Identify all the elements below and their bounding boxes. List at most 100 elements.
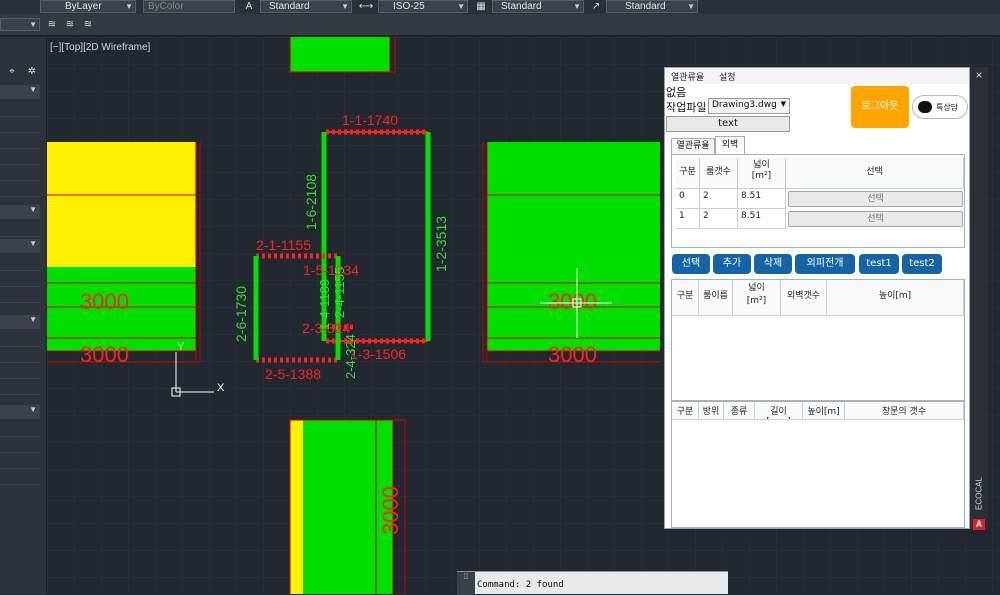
tab-exterior-wall[interactable]: 외벽 [715, 136, 745, 154]
menu-item-thermal[interactable]: 열관류율 [671, 70, 704, 83]
wall-detail-table: 구분 방위 종류 길이[mm] 높이[m] 창문의 갯수 [671, 401, 965, 528]
text-style-icon[interactable]: A [241, 0, 257, 13]
add-button[interactable]: 추가 [713, 254, 751, 274]
layer-previous-icon[interactable]: ≋ [62, 18, 78, 31]
palette-row[interactable] [0, 271, 40, 287]
palette-header[interactable]: ▼ [0, 205, 40, 219]
col-header-id: 구분 [672, 402, 699, 420]
crosshair-icon[interactable]: ⌖ [4, 65, 20, 78]
layer-combo[interactable]: ▼ [0, 18, 40, 31]
chevron-down-icon: ▼ [125, 2, 133, 11]
label-room2-left: 2-6-1730 [233, 286, 249, 342]
dim-style-combo[interactable]: ISO-25 ▼ [378, 0, 468, 13]
grip-handle-icon[interactable]: ⁞⁞ [457, 572, 475, 595]
block-left[interactable] [47, 142, 201, 363]
dim-style-value: ISO-25 [393, 1, 425, 12]
palette-header[interactable]: ▼ [0, 405, 40, 419]
viewport-controls[interactable]: [−][Top][2D Wireframe] [50, 42, 150, 53]
label-overlap-5: 2-4-1155 [332, 267, 347, 318]
chat-button-label: 특상담 [936, 103, 959, 112]
palette-row[interactable] [0, 347, 40, 363]
block-right[interactable] [482, 142, 660, 363]
text-button[interactable]: text [666, 116, 790, 132]
col-header-height: 높이[m] [803, 402, 845, 420]
palette-header[interactable]: ▼ [0, 239, 40, 253]
delete-button[interactable]: 삭제 [754, 254, 792, 274]
panel-menubar: 열관류율 설정 [665, 68, 969, 84]
label-room1-left: 1-6-2108 [303, 174, 319, 230]
multileader-style-combo[interactable]: Standard ▼ [606, 0, 698, 13]
palette-row[interactable] [0, 117, 40, 133]
col-header-area: 넓이 [m²] [733, 280, 781, 316]
logout-button[interactable]: 로그아웃 [851, 86, 909, 128]
command-output: Command: 2 found [477, 580, 564, 590]
select-button-row-1[interactable]: 선택 [788, 211, 963, 227]
chevron-down-icon: ▼ [29, 20, 37, 29]
rooms-table: 구분 룸갯수 넓이 [m²] 선택 0 2 8.51 선택 1 2 8.51 선… [671, 154, 965, 248]
ribbon-tools-row: ▼ ≋ ≋ ≋ [0, 14, 1000, 36]
label-room2-top: 2-1-1155 [256, 237, 311, 253]
close-icon[interactable]: × [972, 68, 986, 82]
linetype-value: ByLayer [65, 1, 102, 12]
table-row-1-id: 1 [676, 209, 700, 229]
palette-row[interactable] [0, 165, 40, 181]
workfile-select[interactable]: Drawing3.dwg ▼ [708, 98, 790, 114]
dim-label-left-a: 3000 [80, 289, 129, 314]
palette-row[interactable] [0, 149, 40, 165]
palette-row[interactable] [0, 221, 40, 237]
ucs-x-label: X [217, 382, 225, 394]
palette-row[interactable] [0, 421, 40, 437]
select-button[interactable]: 선택 [672, 254, 710, 274]
tab-thermal[interactable]: 열관류율 [671, 138, 715, 154]
palette-row[interactable] [0, 379, 40, 395]
label-room1-bottom: 1-3-1506 [350, 346, 406, 362]
dim-style-icon[interactable]: ⟷ [358, 0, 374, 13]
select-button-row-0[interactable]: 선택 [788, 191, 963, 207]
palette-row[interactable] [0, 453, 40, 469]
table-style-value: Standard [501, 1, 542, 12]
linetype-combo[interactable]: ByLayer ▼ [40, 0, 136, 13]
match-layer-icon[interactable]: ≋ [44, 18, 60, 31]
text-style-value: Standard [269, 1, 310, 12]
palette-row[interactable] [0, 363, 40, 379]
table-style-icon[interactable]: ▦ [473, 0, 489, 13]
menu-item-settings[interactable]: 설정 [719, 70, 736, 83]
chevron-down-icon: ▼ [687, 2, 695, 11]
dim-label-right-b: 3000 [548, 342, 597, 367]
palette-row[interactable] [0, 437, 40, 453]
color-combo[interactable]: ByColor [143, 0, 235, 13]
chevron-down-icon: ▼ [341, 2, 349, 11]
layer-states-icon[interactable]: ≋ [80, 18, 96, 31]
col-header-rooms: 룸갯수 [700, 158, 738, 189]
workfile-value: Drawing3.dwg [712, 100, 777, 110]
test1-button[interactable]: test1 [859, 254, 899, 274]
text-style-combo[interactable]: Standard ▼ [260, 0, 352, 13]
palette-row[interactable] [0, 181, 40, 197]
command-line[interactable]: ⁞⁞ Command: 2 found [457, 571, 728, 595]
palette-row[interactable] [0, 255, 40, 271]
chat-button[interactable]: 특상담 [912, 95, 968, 119]
settings-icon[interactable]: ✲ [24, 65, 40, 78]
envelope-expand-button[interactable]: 외피전개 [795, 254, 855, 274]
palette-header[interactable]: ▼ [0, 85, 40, 99]
chat-bubble-icon [918, 101, 932, 113]
test2-button[interactable]: test2 [902, 254, 942, 274]
tool-palette: ⌖ ✲ ▼ ▼ ▼ ▼ ▼ [0, 37, 47, 594]
app-logo-icon: A [973, 519, 985, 530]
palette-row[interactable] [0, 287, 40, 303]
col-header-height: 높이[m] [827, 280, 964, 316]
label-overlap-4: 2-4-324 [343, 334, 358, 379]
palette-row[interactable] [0, 101, 40, 117]
palette-header[interactable]: ▼ [0, 315, 40, 329]
col-header-type: 종류 [724, 402, 755, 420]
block-top-center[interactable] [288, 37, 396, 74]
multileader-style-icon[interactable]: ↗ [588, 0, 604, 13]
properties-ribbon: ByLayer ▼ ByColor A Standard ▼ ⟷ ISO-25 … [0, 0, 1000, 14]
col-header-select: 선택 [786, 158, 964, 189]
workfile-label: 작업파일 [666, 101, 707, 114]
palette-row[interactable] [0, 133, 40, 149]
side-label[interactable]: ECOCAL [975, 471, 984, 517]
palette-row[interactable] [0, 331, 40, 347]
palette-row[interactable] [0, 469, 40, 485]
table-style-combo[interactable]: Standard ▼ [492, 0, 584, 13]
